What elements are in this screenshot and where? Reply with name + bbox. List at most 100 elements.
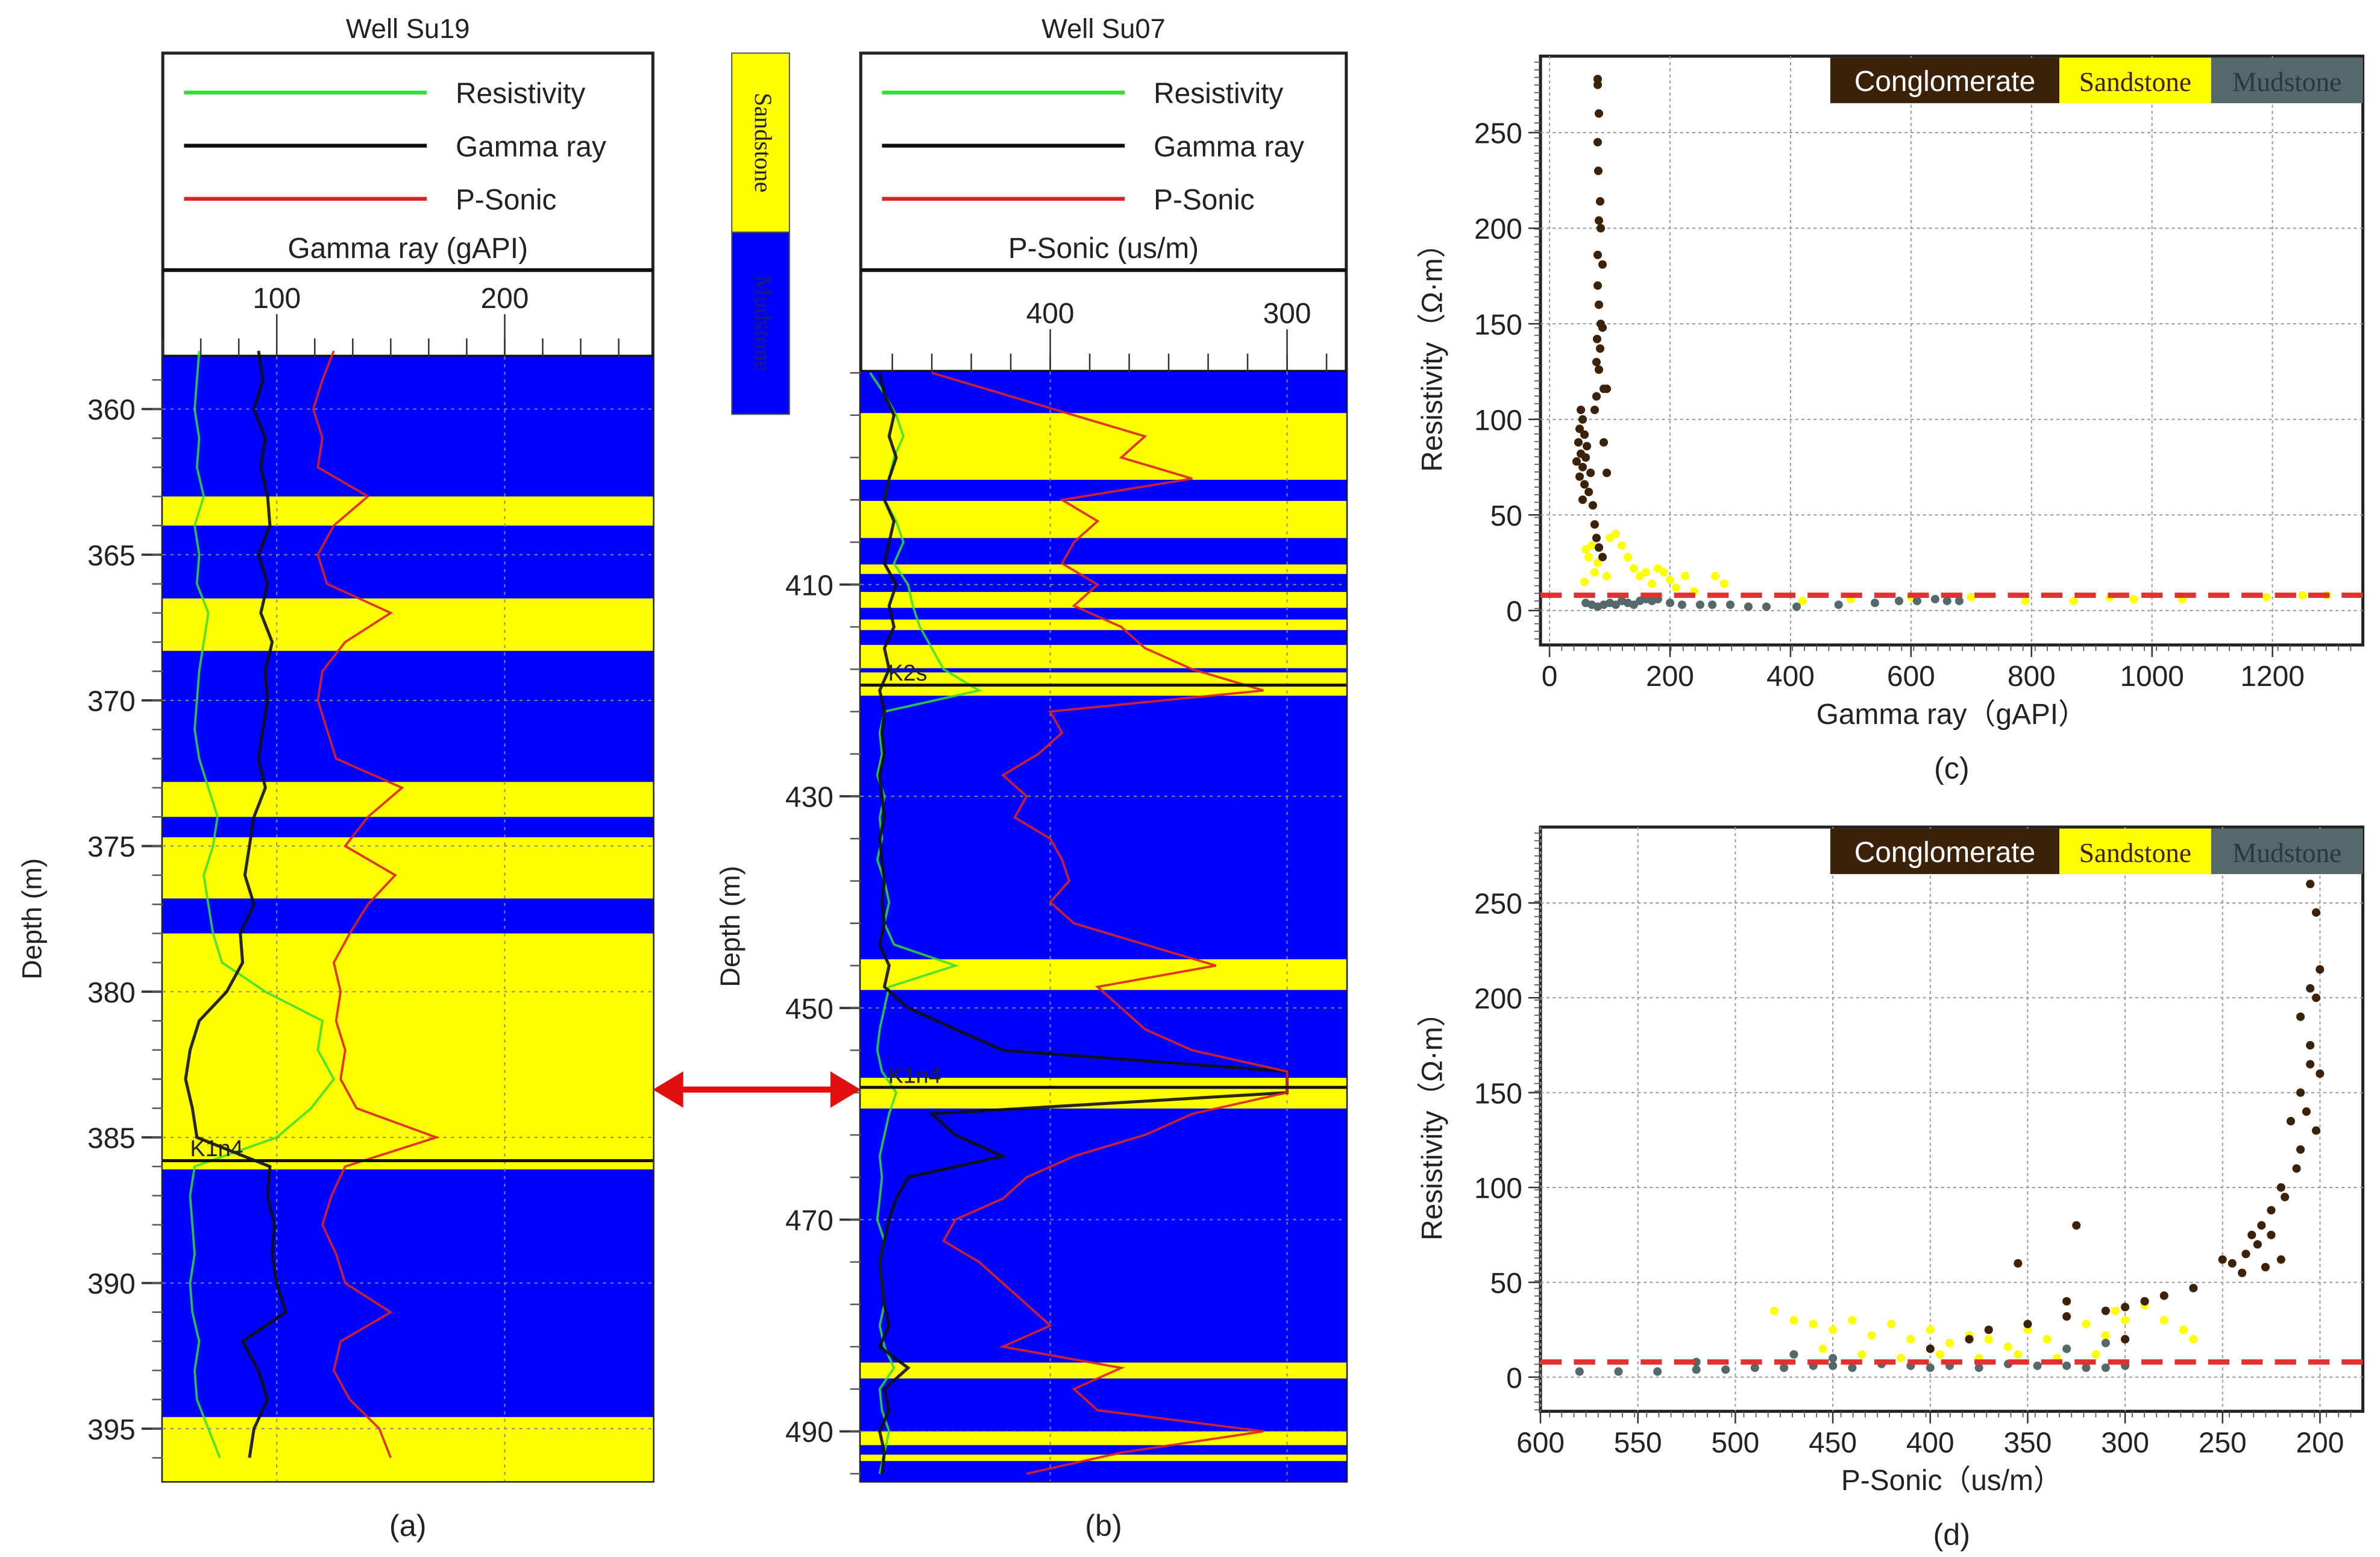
point-conglomerate <box>1596 224 1606 233</box>
y-tick-label: 395 <box>87 1414 136 1446</box>
point-sandstone <box>1584 553 1593 562</box>
point-conglomerate <box>1578 462 1587 471</box>
point-sandstone <box>1906 1335 1915 1344</box>
x-tick-label: 600 <box>1516 1427 1565 1459</box>
point-mudstone <box>2062 1344 2071 1353</box>
point-conglomerate <box>2302 1107 2311 1116</box>
x-tick-label: 200 <box>2296 1427 2344 1459</box>
point-sandstone <box>1789 1316 1798 1325</box>
legend-label: Gamma ray <box>1154 131 1304 163</box>
point-sandstone <box>2159 1316 2168 1325</box>
point-conglomerate <box>1592 533 1601 543</box>
point-conglomerate <box>2311 1126 2321 1135</box>
well-log-su19-panel: Well Su19 Resistivity Gamma ray P-Sonic Gamm… <box>17 13 655 1543</box>
point-conglomerate <box>2140 1297 2149 1306</box>
point-conglomerate <box>2014 1259 2023 1268</box>
point-mudstone <box>1930 594 1939 603</box>
point-mudstone <box>1894 596 1903 605</box>
point-sandstone <box>2189 1335 2198 1344</box>
point-sandstone <box>1945 1338 1955 1348</box>
point-mudstone <box>2062 1361 2071 1370</box>
point-sandstone <box>1719 579 1728 588</box>
x-tick-label: 300 <box>2101 1427 2149 1459</box>
point-conglomerate <box>1594 216 1604 225</box>
point-sandstone <box>2069 596 2078 605</box>
point-sandstone <box>1857 1350 1867 1359</box>
x-tick-label: 200 <box>481 283 529 315</box>
point-sandstone <box>1659 568 1669 577</box>
x-tick-label: 600 <box>1887 661 1935 693</box>
point-conglomerate <box>2238 1268 2247 1277</box>
point-sandstone <box>2111 1306 2120 1315</box>
point-mudstone <box>1725 600 1735 609</box>
point-sandstone <box>2021 596 2030 605</box>
legend-label: Gamma ray <box>456 131 606 163</box>
mudstone-label: Mudstone <box>750 275 777 372</box>
point-sandstone <box>1617 541 1627 550</box>
x-tick-label: 400 <box>1766 661 1815 693</box>
y-tick-label: 50 <box>1490 1268 1522 1300</box>
legend-label-mudstone: Mudstone <box>2232 67 2341 97</box>
point-conglomerate <box>1580 430 1589 439</box>
legend-label-conglomerate: Conglomerate <box>1854 837 2035 869</box>
x-tick-label: 400 <box>1026 298 1075 330</box>
panel-title: Well Su07 <box>1041 13 1166 44</box>
sandstone-interval <box>163 496 653 526</box>
point-conglomerate <box>1595 197 1605 206</box>
point-conglomerate <box>1586 468 1595 477</box>
point-conglomerate <box>1598 260 1607 269</box>
point-conglomerate <box>1593 80 1603 89</box>
point-mudstone <box>1575 1367 1584 1376</box>
point-conglomerate <box>2276 1183 2285 1192</box>
x-axis-title: Gamma ray（gAPI） <box>1816 699 2087 731</box>
point-conglomerate <box>2101 1306 2110 1315</box>
x-tick-label: 1200 <box>2240 661 2304 693</box>
point-conglomerate <box>2253 1240 2262 1249</box>
x-tick-label: 300 <box>1263 298 1311 330</box>
panel-label: (b) <box>1085 1508 1122 1543</box>
point-sandstone <box>1926 1326 1935 1335</box>
point-conglomerate <box>2267 1230 2276 1239</box>
point-mudstone <box>1707 600 1717 609</box>
point-conglomerate <box>2306 984 2315 993</box>
point-conglomerate <box>1576 405 1586 415</box>
plot-area <box>1539 825 2365 1413</box>
point-conglomerate <box>1598 553 1607 562</box>
sandstone-interval <box>861 1431 1346 1445</box>
point-sandstone <box>1887 1320 1896 1329</box>
point-conglomerate <box>2072 1221 2081 1230</box>
point-conglomerate <box>2296 1088 2305 1097</box>
point-sandstone <box>1580 577 1589 587</box>
point-conglomerate <box>1588 501 1597 510</box>
x-axis-title: P-Sonic（us/m） <box>1841 1465 2062 1497</box>
point-conglomerate <box>1590 520 1599 529</box>
point-conglomerate <box>2159 1291 2168 1300</box>
mudstone-background <box>861 371 1346 1482</box>
point-conglomerate <box>2247 1230 2256 1239</box>
y-tick-label: 365 <box>87 540 136 572</box>
y-tick-label: 375 <box>87 831 136 863</box>
x-tick-label: 400 <box>1906 1427 1955 1459</box>
sandstone-interval <box>163 598 653 651</box>
sandstone-interval <box>861 592 1346 608</box>
y-tick-label: 410 <box>785 570 834 602</box>
point-mudstone <box>1829 1354 1838 1363</box>
point-mudstone <box>1614 1367 1623 1376</box>
sandstone-interval <box>861 619 1346 631</box>
y-tick-label: 100 <box>1474 404 1522 436</box>
point-mudstone <box>1829 1361 1838 1370</box>
formation-marker-label: K1n4 <box>888 1063 941 1088</box>
point-conglomerate <box>2316 965 2325 974</box>
y-axis-title: Resistivity（Ω·m） <box>1416 229 1448 471</box>
point-sandstone <box>1984 1335 1993 1344</box>
point-conglomerate <box>1594 300 1604 309</box>
correlation-arrow <box>653 1071 861 1108</box>
point-conglomerate <box>1984 1326 1993 1335</box>
point-sandstone <box>1967 593 1976 602</box>
point-sandstone <box>1829 1326 1838 1335</box>
point-conglomerate <box>1592 357 1601 366</box>
legend-label-mudstone: Mudstone <box>2232 838 2341 868</box>
point-conglomerate <box>1592 335 1602 344</box>
y-tick-label: 150 <box>1474 1078 1522 1110</box>
point-conglomerate <box>2276 1255 2285 1264</box>
